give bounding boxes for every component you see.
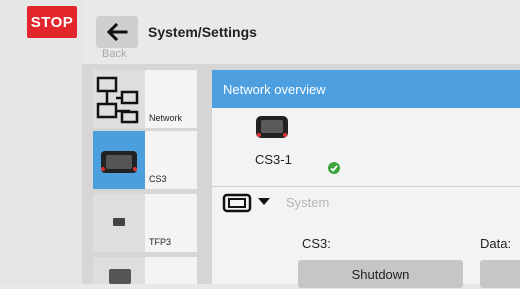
tile-thumbnail — [93, 131, 145, 189]
tile-network[interactable]: Network — [93, 70, 197, 128]
cs3-device-icon — [101, 151, 137, 173]
arrow-left-icon — [106, 22, 128, 42]
back-button[interactable] — [96, 16, 138, 48]
divider — [212, 186, 520, 187]
tile-tfp3[interactable]: TFP3 — [93, 194, 197, 252]
tile-label: CS3 — [149, 174, 167, 184]
back-label: Back — [102, 48, 127, 60]
tile-thumbnail — [93, 194, 145, 252]
tile-cs3[interactable]: CS3 — [93, 131, 197, 189]
cs3-label: CS3: — [302, 236, 331, 251]
network-overview-title: Network overview — [223, 82, 326, 97]
left-strip — [0, 0, 82, 284]
network-icon — [96, 76, 139, 124]
ok-check-icon — [327, 161, 341, 180]
monitor-icon[interactable] — [222, 193, 252, 220]
tile-label: TFP3 — [149, 237, 172, 247]
data-label: Data: — [480, 236, 512, 251]
tile-device[interactable] — [93, 257, 197, 284]
cs3-device-icon[interactable] — [255, 114, 289, 145]
page-title: System/Settings — [148, 24, 257, 40]
category-list: Network CS3 TFP3 — [93, 70, 197, 284]
device-icon — [109, 269, 131, 284]
chevron-down-icon[interactable] — [258, 198, 270, 205]
tile-thumbnail — [93, 70, 145, 128]
stop-button[interactable]: STOP — [27, 6, 77, 38]
tfp3-device-icon — [113, 218, 125, 226]
tile-thumbnail — [93, 257, 145, 284]
tile-label: Network — [149, 113, 183, 123]
section-label: System — [286, 195, 330, 210]
device-name: CS3-1 — [255, 152, 292, 167]
